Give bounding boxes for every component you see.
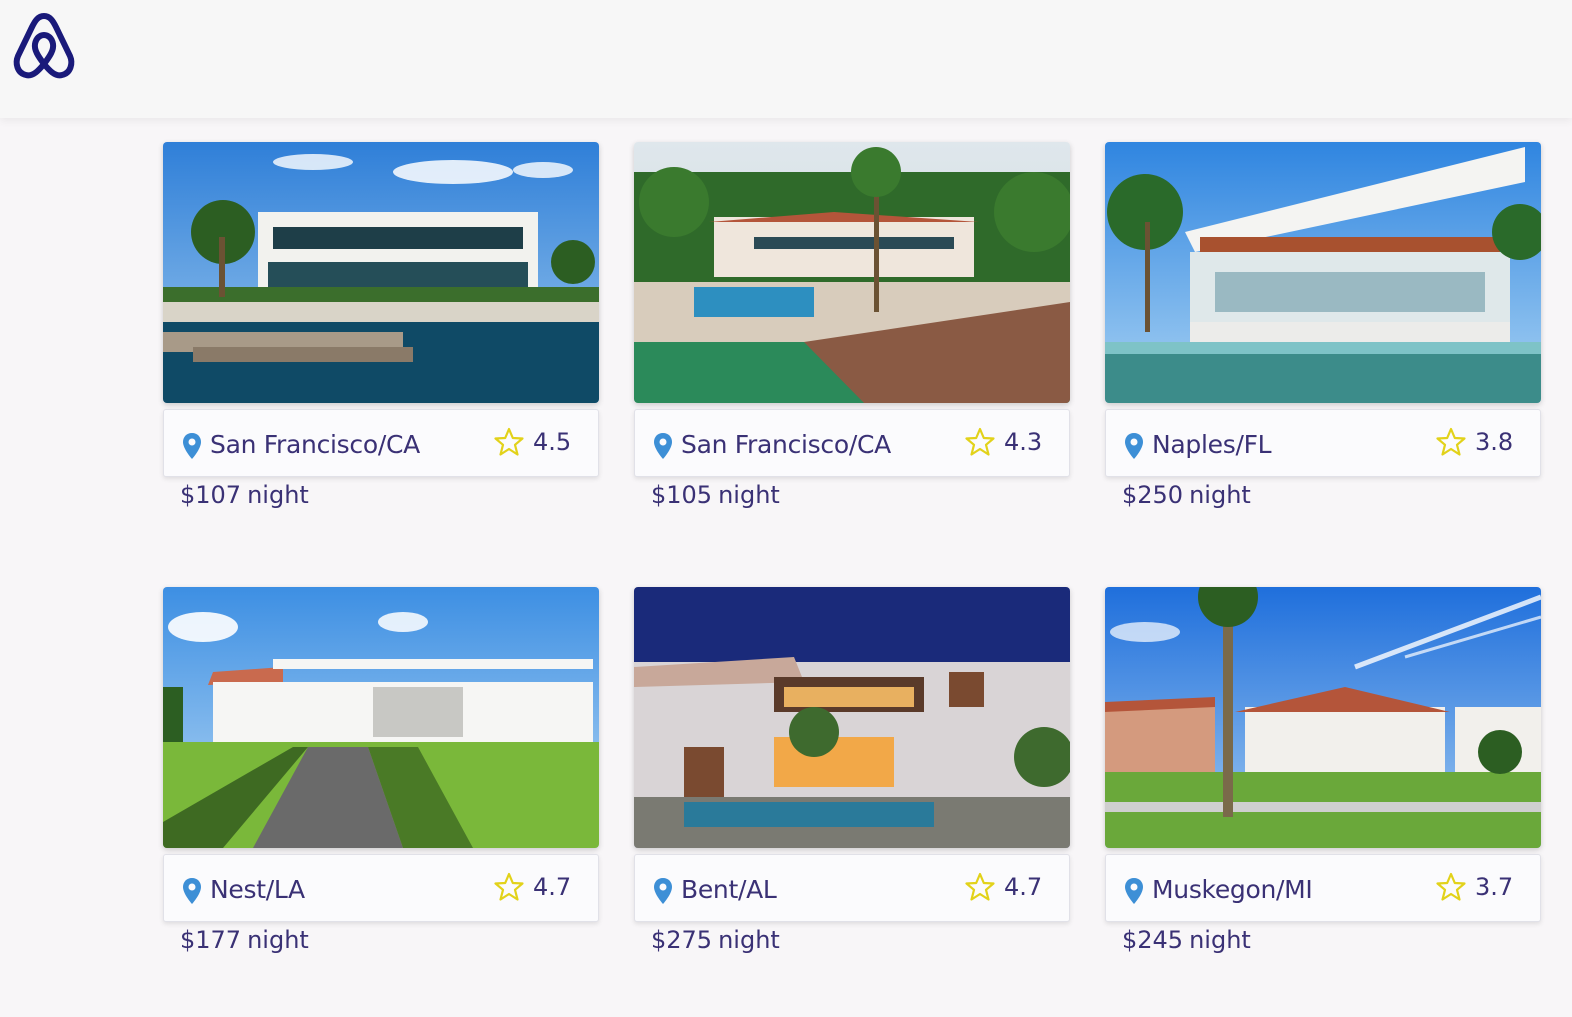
listing-location: San Francisco/CA <box>210 430 420 459</box>
listing-rating: 4.7 <box>1004 873 1043 901</box>
listing-rating: 4.5 <box>533 428 572 456</box>
location-pin-icon <box>183 878 201 904</box>
listing-location: Naples/FL <box>1152 430 1272 459</box>
listing-location: Muskegon/MI <box>1152 875 1313 904</box>
listing-photo[interactable] <box>634 142 1070 403</box>
price-amount: $105 <box>651 481 713 509</box>
star-outline-icon <box>494 872 524 901</box>
star-outline-icon <box>965 872 995 901</box>
listing-rating: 4.3 <box>1004 428 1043 456</box>
listing-grid: San Francisco/CA 4.5 $107 night San Fran… <box>0 0 1572 1017</box>
price-unit: night <box>247 926 309 954</box>
listing-info-bar: Bent/AL 4.7 <box>634 854 1070 922</box>
listing-info-bar: San Francisco/CA 4.5 <box>163 409 599 477</box>
location-pin-icon <box>654 433 672 459</box>
location-pin-icon <box>654 878 672 904</box>
price-unit: night <box>718 926 780 954</box>
listing-rating: 3.7 <box>1475 873 1514 901</box>
listing-card[interactable]: Nest/LA 4.7 $177 night <box>163 587 599 954</box>
listing-price: $275 night <box>651 926 780 954</box>
listing-photo[interactable] <box>1105 587 1541 848</box>
price-unit: night <box>247 481 309 509</box>
listing-price: $105 night <box>651 481 780 509</box>
location-pin-icon <box>183 433 201 459</box>
price-amount: $250 <box>1122 481 1184 509</box>
star-outline-icon <box>1436 427 1466 456</box>
location-pin-icon <box>1125 433 1143 459</box>
listing-price: $177 night <box>180 926 309 954</box>
listing-info-bar: San Francisco/CA 4.3 <box>634 409 1070 477</box>
listing-photo[interactable] <box>1105 142 1541 403</box>
location-pin-icon <box>1125 878 1143 904</box>
star-outline-icon <box>965 427 995 456</box>
listing-card[interactable]: San Francisco/CA 4.5 $107 night <box>163 142 599 509</box>
listing-location: San Francisco/CA <box>681 430 891 459</box>
price-amount: $177 <box>180 926 242 954</box>
listing-price: $107 night <box>180 481 309 509</box>
listing-card[interactable]: Muskegon/MI 3.7 $245 night <box>1105 587 1541 954</box>
price-unit: night <box>1189 926 1251 954</box>
listing-card[interactable]: San Francisco/CA 4.3 $105 night <box>634 142 1070 509</box>
listing-price: $245 night <box>1122 926 1251 954</box>
price-unit: night <box>718 481 780 509</box>
listing-card[interactable]: Bent/AL 4.7 $275 night <box>634 587 1070 954</box>
listing-location: Bent/AL <box>681 875 777 904</box>
listing-rating: 3.8 <box>1475 428 1514 456</box>
listing-card[interactable]: Naples/FL 3.8 $250 night <box>1105 142 1541 509</box>
price-amount: $275 <box>651 926 713 954</box>
listing-info-bar: Naples/FL 3.8 <box>1105 409 1541 477</box>
listing-info-bar: Muskegon/MI 3.7 <box>1105 854 1541 922</box>
star-outline-icon <box>1436 872 1466 901</box>
listing-price: $250 night <box>1122 481 1251 509</box>
listing-photo[interactable] <box>634 587 1070 848</box>
price-amount: $245 <box>1122 926 1184 954</box>
price-unit: night <box>1189 481 1251 509</box>
listing-info-bar: Nest/LA 4.7 <box>163 854 599 922</box>
star-outline-icon <box>494 427 524 456</box>
listing-photo[interactable] <box>163 587 599 848</box>
listing-location: Nest/LA <box>210 875 305 904</box>
listing-rating: 4.7 <box>533 873 572 901</box>
price-amount: $107 <box>180 481 242 509</box>
listing-photo[interactable] <box>163 142 599 403</box>
